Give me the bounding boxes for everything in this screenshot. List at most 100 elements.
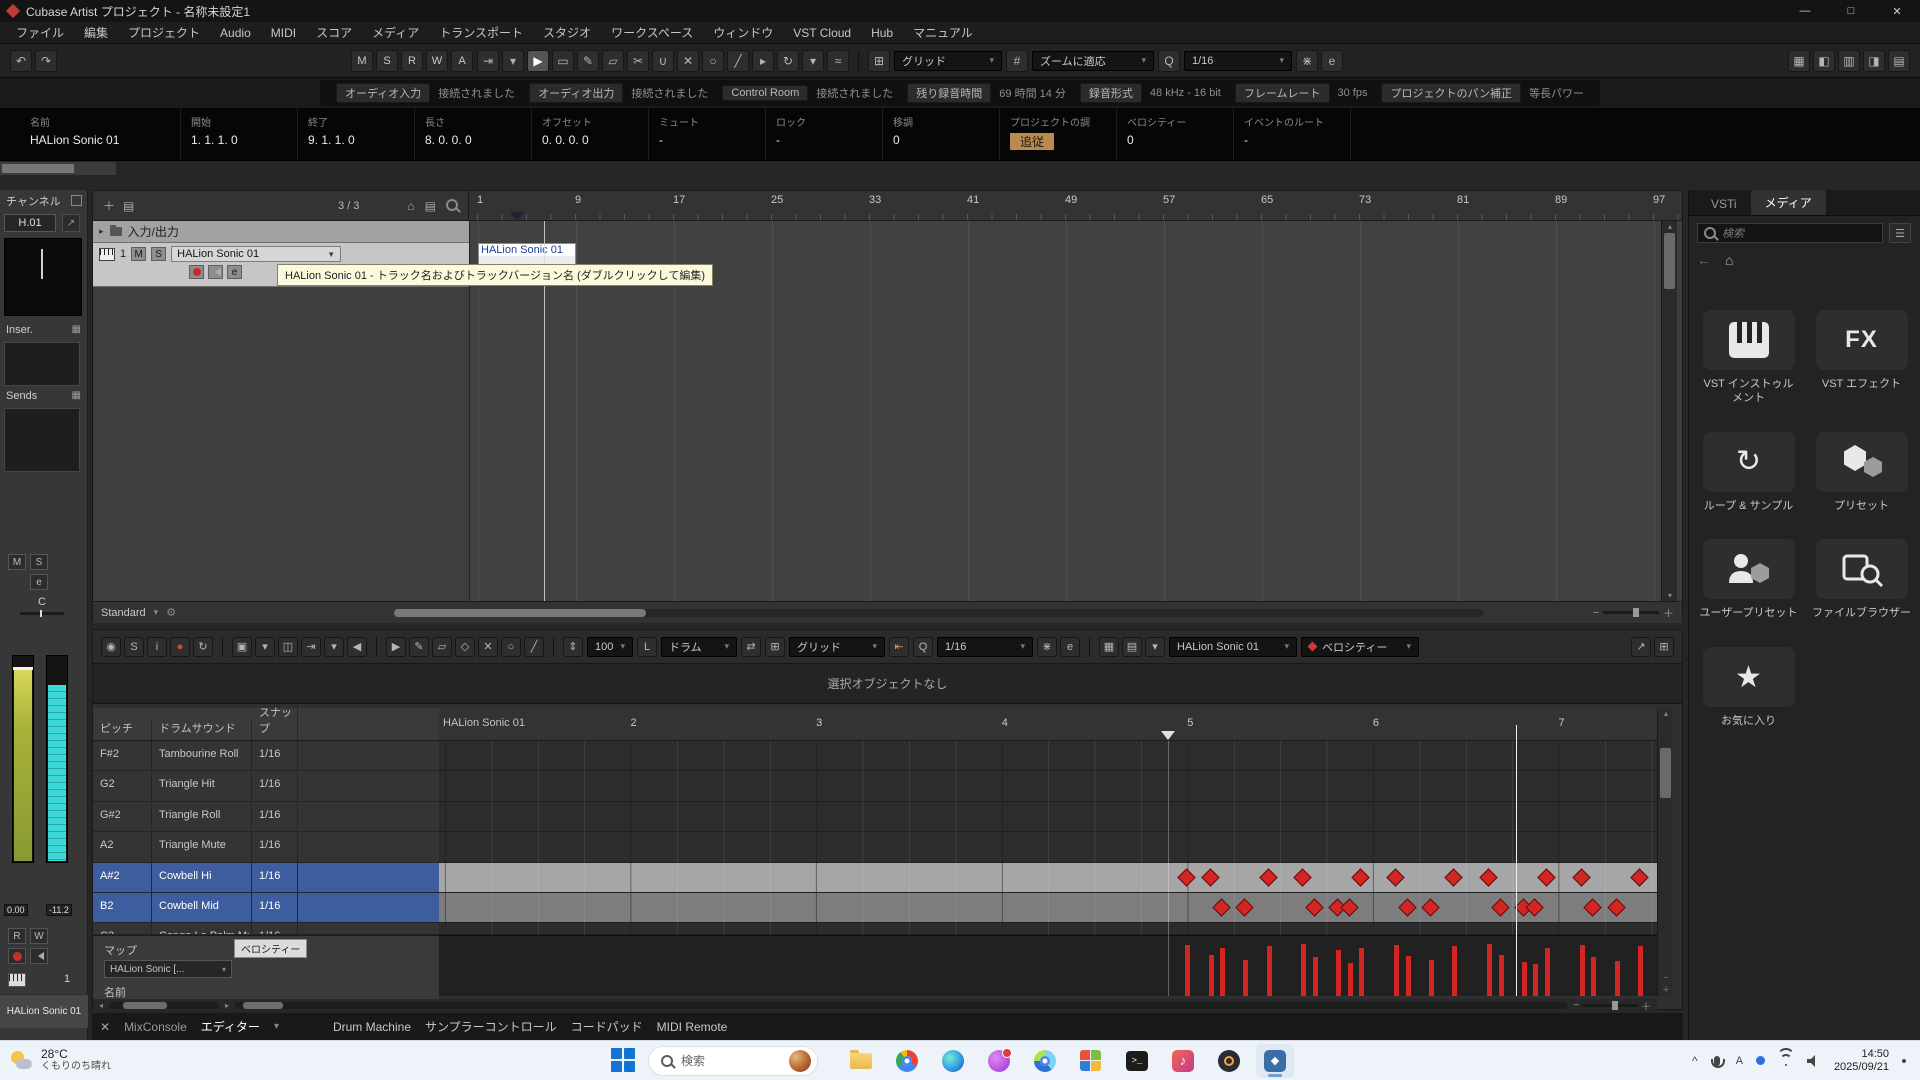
status-label[interactable]: オーディオ入力 bbox=[336, 83, 430, 103]
back-icon[interactable]: ← bbox=[1697, 252, 1711, 268]
tab-media[interactable]: メディア bbox=[1751, 190, 1826, 215]
colors-menu-icon[interactable]: ▾ bbox=[1145, 637, 1165, 657]
mute-tool[interactable]: ✕ bbox=[478, 637, 498, 657]
drum-row-B2[interactable]: B2Cowbell Mid1/16 bbox=[93, 893, 439, 923]
menu-item-編集[interactable]: 編集 bbox=[74, 22, 118, 44]
pan-value[interactable]: C bbox=[38, 596, 46, 608]
project-horizontal-scrollbar[interactable] bbox=[394, 609, 1484, 617]
channel-edit-button[interactable]: e bbox=[30, 574, 48, 590]
length-icon[interactable]: ⇕ bbox=[563, 637, 583, 657]
automation-W-button[interactable]: W bbox=[426, 50, 448, 72]
drum-row-A2[interactable]: A2Triangle Mute1/16 bbox=[93, 832, 439, 862]
quantize-select[interactable]: 1/16▾ bbox=[937, 637, 1033, 657]
info-icon[interactable]: i bbox=[147, 637, 167, 657]
erase-tool[interactable]: ▱ bbox=[432, 637, 452, 657]
audio-app-taskbar-icon[interactable] bbox=[1210, 1044, 1248, 1078]
velocity-bar[interactable] bbox=[1209, 955, 1214, 996]
autoscroll-icon[interactable]: ⇥ bbox=[477, 50, 499, 72]
autoscroll-menu-icon[interactable]: ▾ bbox=[502, 50, 524, 72]
velocity-bar[interactable] bbox=[1336, 950, 1341, 996]
peak-value[interactable]: -11.2 bbox=[46, 904, 72, 916]
info-field[interactable]: 名前HALion Sonic 01 bbox=[20, 108, 181, 160]
home-icon[interactable]: ⌂ bbox=[407, 199, 414, 213]
info-field[interactable]: 長さ8. 0. 0. 0 bbox=[415, 108, 532, 160]
pin-icon[interactable]: ◉ bbox=[101, 637, 121, 657]
drum-note[interactable] bbox=[1479, 868, 1497, 886]
project-ruler[interactable]: 191725334149576573818997 bbox=[469, 191, 1682, 220]
scrollbar-thumb[interactable] bbox=[1660, 748, 1671, 798]
start-button[interactable] bbox=[610, 1047, 638, 1075]
open-window-icon[interactable]: ↗ bbox=[1631, 637, 1651, 657]
tab-コードパッド[interactable]: コードパッド bbox=[571, 1018, 643, 1035]
zoom-slider[interactable] bbox=[1603, 611, 1659, 614]
drum-lane-G2[interactable] bbox=[439, 771, 1657, 801]
drum-lane-A#2[interactable] bbox=[439, 863, 1657, 893]
controller-lane-label[interactable]: ベロシティー bbox=[234, 939, 307, 958]
automation-A-button[interactable]: A bbox=[451, 50, 473, 72]
velocity-bar[interactable] bbox=[1220, 948, 1225, 996]
controller-select[interactable]: ベロシティー▾ bbox=[1301, 637, 1419, 657]
zoom-out-icon[interactable]: − bbox=[1573, 1000, 1579, 1011]
quantize-icon[interactable]: Q bbox=[1158, 50, 1180, 72]
object-selection-tool[interactable]: ▶ bbox=[386, 637, 406, 657]
drum-note[interactable] bbox=[1572, 868, 1590, 886]
drum-note[interactable] bbox=[1340, 898, 1358, 916]
part-menu-icon[interactable]: ▾ bbox=[255, 637, 275, 657]
edge-taskbar-icon[interactable] bbox=[934, 1044, 972, 1078]
column-drum-sound[interactable]: ドラムサウンド bbox=[152, 720, 252, 740]
cubase-taskbar-icon[interactable]: ◆ bbox=[1256, 1044, 1294, 1078]
grid-mode-icon[interactable]: # bbox=[1006, 50, 1028, 72]
pan-slider[interactable] bbox=[20, 612, 64, 615]
drum-note[interactable] bbox=[1421, 898, 1439, 916]
zoom-tool[interactable]: ○ bbox=[501, 637, 521, 657]
info-field[interactable]: ロック- bbox=[766, 108, 883, 160]
language-indicator[interactable]: A bbox=[1736, 1055, 1743, 1067]
weather-widget[interactable]: 28°C くもりのち晴れ bbox=[0, 1048, 180, 1073]
menu-item-Audio[interactable]: Audio bbox=[210, 22, 261, 44]
feedback-icon[interactable]: ◀ bbox=[347, 637, 367, 657]
menu-item-MIDI[interactable]: MIDI bbox=[261, 22, 306, 44]
zoom-tool[interactable]: ○ bbox=[702, 50, 724, 72]
drum-note[interactable] bbox=[1398, 898, 1416, 916]
media-tile-piano[interactable]: VST インストゥルメント bbox=[1699, 310, 1798, 406]
velocity-bar[interactable] bbox=[1267, 946, 1272, 996]
drum-note[interactable] bbox=[1201, 868, 1219, 886]
status-label[interactable]: フレームレート bbox=[1235, 83, 1330, 103]
velocity-bar[interactable] bbox=[1313, 957, 1318, 996]
velocity-bar[interactable] bbox=[1591, 957, 1596, 996]
track-row-input-output[interactable]: ▸ 入力/出力 bbox=[93, 221, 469, 243]
editor-horizontal-scrollbar[interactable]: ◂ ▸ − ＋ bbox=[93, 999, 1657, 1011]
zoom-in-icon[interactable]: ＋ bbox=[1658, 984, 1674, 995]
drum-note[interactable] bbox=[1259, 868, 1277, 886]
mute-tool[interactable]: ✕ bbox=[677, 50, 699, 72]
editor-ruler[interactable]: HALion Sonic 01 234567 bbox=[439, 708, 1657, 741]
taskbar-search-input[interactable]: 検索 bbox=[648, 1046, 818, 1076]
tab-サンプラーコントロール[interactable]: サンプラーコントロール bbox=[425, 1018, 557, 1035]
menu-item-スタジオ[interactable]: スタジオ bbox=[533, 22, 601, 44]
channel-select-button[interactable]: H.01 bbox=[4, 214, 56, 232]
media-tile-loop[interactable]: ↻ループ & サンプル bbox=[1699, 432, 1798, 514]
iterative-quantize-icon[interactable]: ⋇ bbox=[1296, 50, 1318, 72]
velocity-bar[interactable] bbox=[1348, 963, 1353, 996]
channel-mute-button[interactable]: M bbox=[8, 554, 26, 570]
view-toggle-icon[interactable]: ☰ bbox=[1889, 223, 1911, 243]
status-label[interactable]: Control Room bbox=[722, 85, 808, 101]
drum-note[interactable] bbox=[1630, 868, 1648, 886]
track-name-field[interactable]: HALion Sonic 01▼ bbox=[171, 246, 341, 262]
chrome-taskbar-icon[interactable] bbox=[888, 1044, 926, 1078]
track-preset-icon[interactable]: ▤ bbox=[123, 199, 134, 213]
zoom-handle[interactable] bbox=[1612, 1001, 1618, 1010]
channel-popout-icon[interactable]: ↗ bbox=[62, 214, 80, 232]
velocity-bar[interactable] bbox=[1394, 945, 1399, 996]
drum-note[interactable] bbox=[1607, 898, 1625, 916]
drum-row-G#2[interactable]: G#2Triangle Roll1/16 bbox=[93, 802, 439, 832]
zoom-in-icon[interactable]: ＋ bbox=[1663, 605, 1674, 621]
drum-lane-G#2[interactable] bbox=[439, 802, 1657, 832]
zoom-out-icon[interactable]: − bbox=[1593, 607, 1599, 619]
tab-vsti[interactable]: VSTi bbox=[1697, 193, 1751, 215]
iterative-quantize-icon[interactable]: ⋇ bbox=[1037, 637, 1057, 657]
status-label[interactable]: プロジェクトのパン補正 bbox=[1381, 83, 1521, 103]
record-icon[interactable]: ● bbox=[170, 637, 190, 657]
chevron-down-icon[interactable]: ▾ bbox=[274, 1021, 279, 1032]
solo-editor-icon[interactable]: S bbox=[124, 637, 144, 657]
